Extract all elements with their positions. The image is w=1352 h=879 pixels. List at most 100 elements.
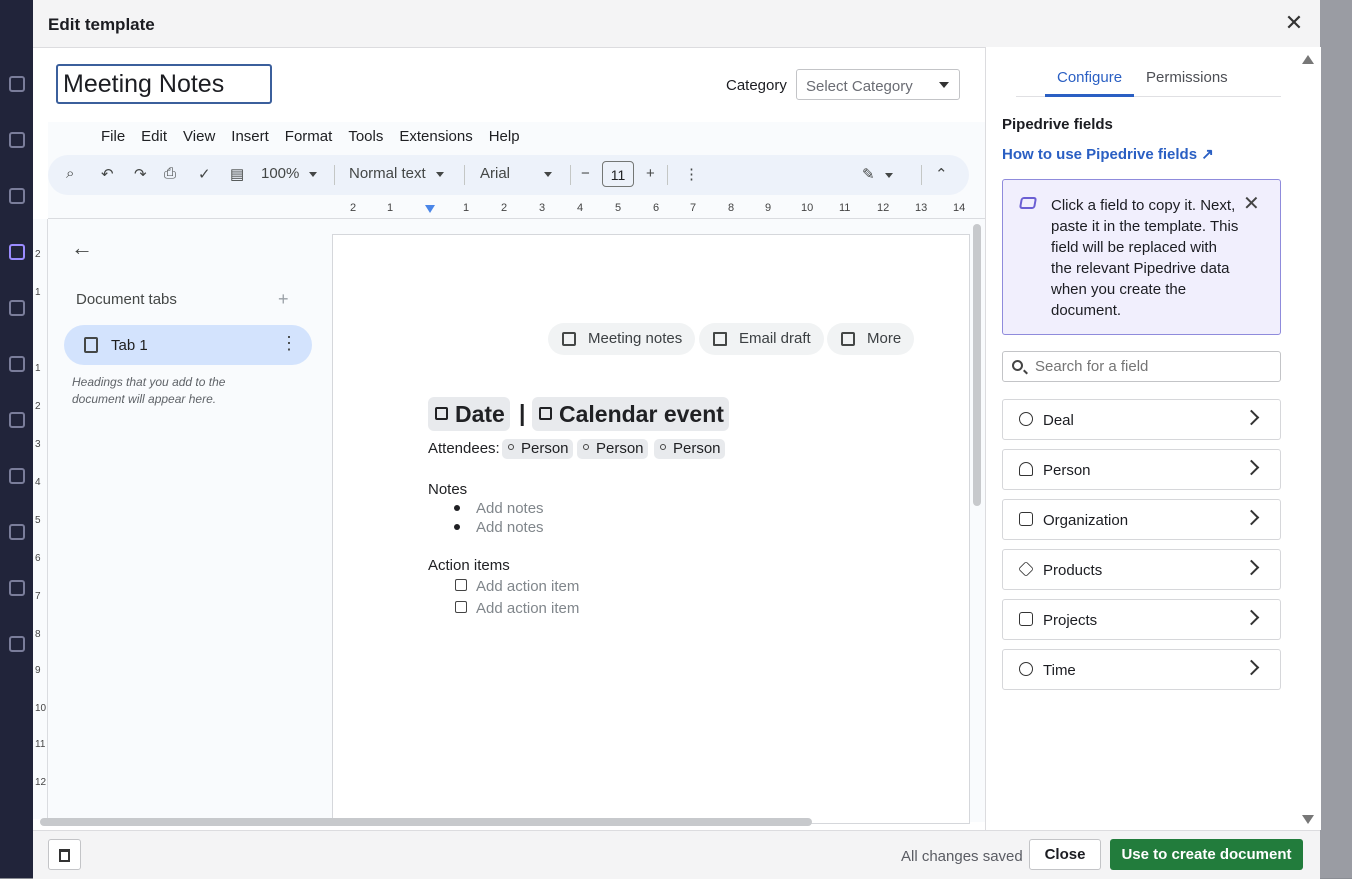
back-arrow-icon[interactable]: ← (71, 235, 93, 261)
close-icon[interactable]: ✕ (1283, 12, 1305, 34)
document-icon (84, 337, 98, 353)
font-size-increase-button[interactable]: + (646, 165, 655, 182)
menu-extensions[interactable]: Extensions (391, 128, 480, 145)
field-category-label: Organization (1043, 512, 1129, 529)
action-item-placeholder[interactable]: Add action item (476, 600, 579, 617)
field-category-person[interactable]: Person (1002, 449, 1281, 490)
chevron-right-icon (1243, 509, 1260, 526)
use-to-create-document-button[interactable]: Use to create document (1110, 839, 1303, 870)
background-nav-icon (9, 188, 25, 204)
menu-format[interactable]: Format (277, 128, 341, 145)
notes-placeholder[interactable]: Add notes (476, 519, 544, 536)
clipboard-icon (1019, 612, 1033, 626)
paint-format-icon[interactable]: ▤ (230, 165, 244, 183)
editing-mode-icon[interactable]: ✎ (862, 165, 893, 183)
tab-permissions[interactable]: Permissions (1146, 69, 1228, 86)
bullet-icon (454, 524, 460, 530)
date-smart-chip[interactable]: Date (428, 397, 510, 431)
print-icon[interactable]: ⎙ (164, 165, 176, 182)
document-scrollbar[interactable] (973, 224, 981, 506)
date-chip-label: Date (455, 401, 505, 427)
category-label: Category (726, 77, 787, 94)
field-category-products[interactable]: Products (1002, 549, 1281, 590)
indent-marker-icon[interactable] (425, 205, 435, 213)
search-icon[interactable]: ⌕ (66, 165, 74, 182)
menu-insert[interactable]: Insert (223, 128, 277, 145)
paragraph-style-value: Normal text (349, 165, 426, 182)
field-category-time[interactable]: Time (1002, 649, 1281, 690)
zoom-select[interactable]: 100% (261, 165, 318, 182)
menu-edit[interactable]: Edit (133, 128, 175, 145)
ruler-number: 12 (877, 202, 890, 214)
ruler-number: 10 (35, 703, 47, 714)
chevron-right-icon (1243, 559, 1260, 576)
field-category-organization[interactable]: Organization (1002, 499, 1281, 540)
action-item-checkbox[interactable] (455, 601, 467, 613)
undo-icon[interactable]: ↶ (101, 165, 114, 183)
collapse-menus-icon[interactable]: ⌃ (935, 165, 948, 183)
action-item-checkbox[interactable] (455, 579, 467, 591)
font-size-decrease-button[interactable]: − (581, 165, 590, 182)
chevron-down-icon (939, 82, 949, 88)
category-select[interactable]: Select Category (796, 69, 960, 100)
delete-template-button[interactable] (48, 839, 81, 870)
save-status: All changes saved (901, 848, 1023, 865)
bullet-icon (454, 505, 460, 511)
document-tabs-title: Document tabs (76, 291, 177, 308)
ruler-number: 9 (765, 202, 772, 214)
action-items-heading: Action items (428, 557, 510, 574)
redo-icon[interactable]: ↷ (134, 165, 147, 183)
action-item-placeholder[interactable]: Add action item (476, 578, 579, 595)
ruler-number: 11 (35, 739, 46, 750)
ruler-number: 2 (350, 202, 357, 214)
field-search-input[interactable] (1002, 351, 1281, 382)
category-select-value: Select Category (806, 78, 913, 95)
scroll-down-icon[interactable] (1302, 815, 1314, 824)
template-name-input[interactable] (56, 64, 272, 104)
title-separator: | (519, 400, 526, 426)
person-chip[interactable]: Person (577, 439, 648, 459)
person-chip[interactable]: Person (654, 439, 725, 459)
notes-placeholder[interactable]: Add notes (476, 500, 544, 517)
menu-file[interactable]: File (93, 128, 133, 145)
field-category-projects[interactable]: Projects (1002, 599, 1281, 640)
horizontal-scrollbar[interactable] (40, 818, 812, 826)
menu-help[interactable]: Help (481, 128, 528, 145)
close-icon[interactable]: ✕ (1243, 191, 1260, 216)
note-add-icon (841, 332, 855, 346)
chip-meeting-notes[interactable]: Meeting notes (548, 323, 696, 355)
background-nav-icon (9, 76, 25, 92)
ruler-number: 9 (35, 665, 41, 676)
ruler-number: 11 (839, 202, 851, 214)
ruler-number: 4 (35, 477, 41, 488)
menu-tools[interactable]: Tools (340, 128, 391, 145)
menu-view[interactable]: View (175, 128, 223, 145)
font-size-input[interactable]: 11 (602, 161, 634, 187)
chip-email-draft[interactable]: Email draft (699, 323, 824, 355)
paragraph-style-select[interactable]: Normal text (349, 165, 444, 182)
document-icon (562, 332, 576, 346)
more-vert-icon[interactable]: ⋮ (280, 333, 298, 354)
person-chip[interactable]: Person (502, 439, 573, 459)
chip-more[interactable]: More (827, 323, 915, 355)
calendar-event-smart-chip[interactable]: Calendar event (532, 397, 729, 431)
background-nav-icon (9, 356, 25, 372)
scroll-up-icon[interactable] (1302, 55, 1314, 64)
tab-1[interactable]: Tab 1 ⋮ (64, 325, 312, 365)
chip-label: Meeting notes (588, 330, 683, 347)
ruler-number: 7 (690, 202, 697, 214)
chip-label: More (867, 330, 902, 347)
more-options-icon[interactable]: ⋮ (684, 165, 699, 183)
close-button[interactable]: Close (1029, 839, 1101, 870)
font-select[interactable]: Arial (480, 165, 553, 182)
trash-icon (59, 849, 70, 862)
add-tab-icon[interactable]: + (278, 289, 289, 310)
how-to-use-link[interactable]: How to use Pipedrive fields ↗ (1002, 145, 1214, 163)
ruler-number: 13 (915, 202, 928, 214)
building-icon (1019, 512, 1033, 526)
spellcheck-icon[interactable]: ✓ (198, 165, 211, 183)
field-category-deal[interactable]: Deal (1002, 399, 1281, 440)
tab-configure[interactable]: Configure (1057, 69, 1122, 86)
mail-icon (713, 332, 727, 346)
ruler-number: 3 (539, 202, 546, 214)
